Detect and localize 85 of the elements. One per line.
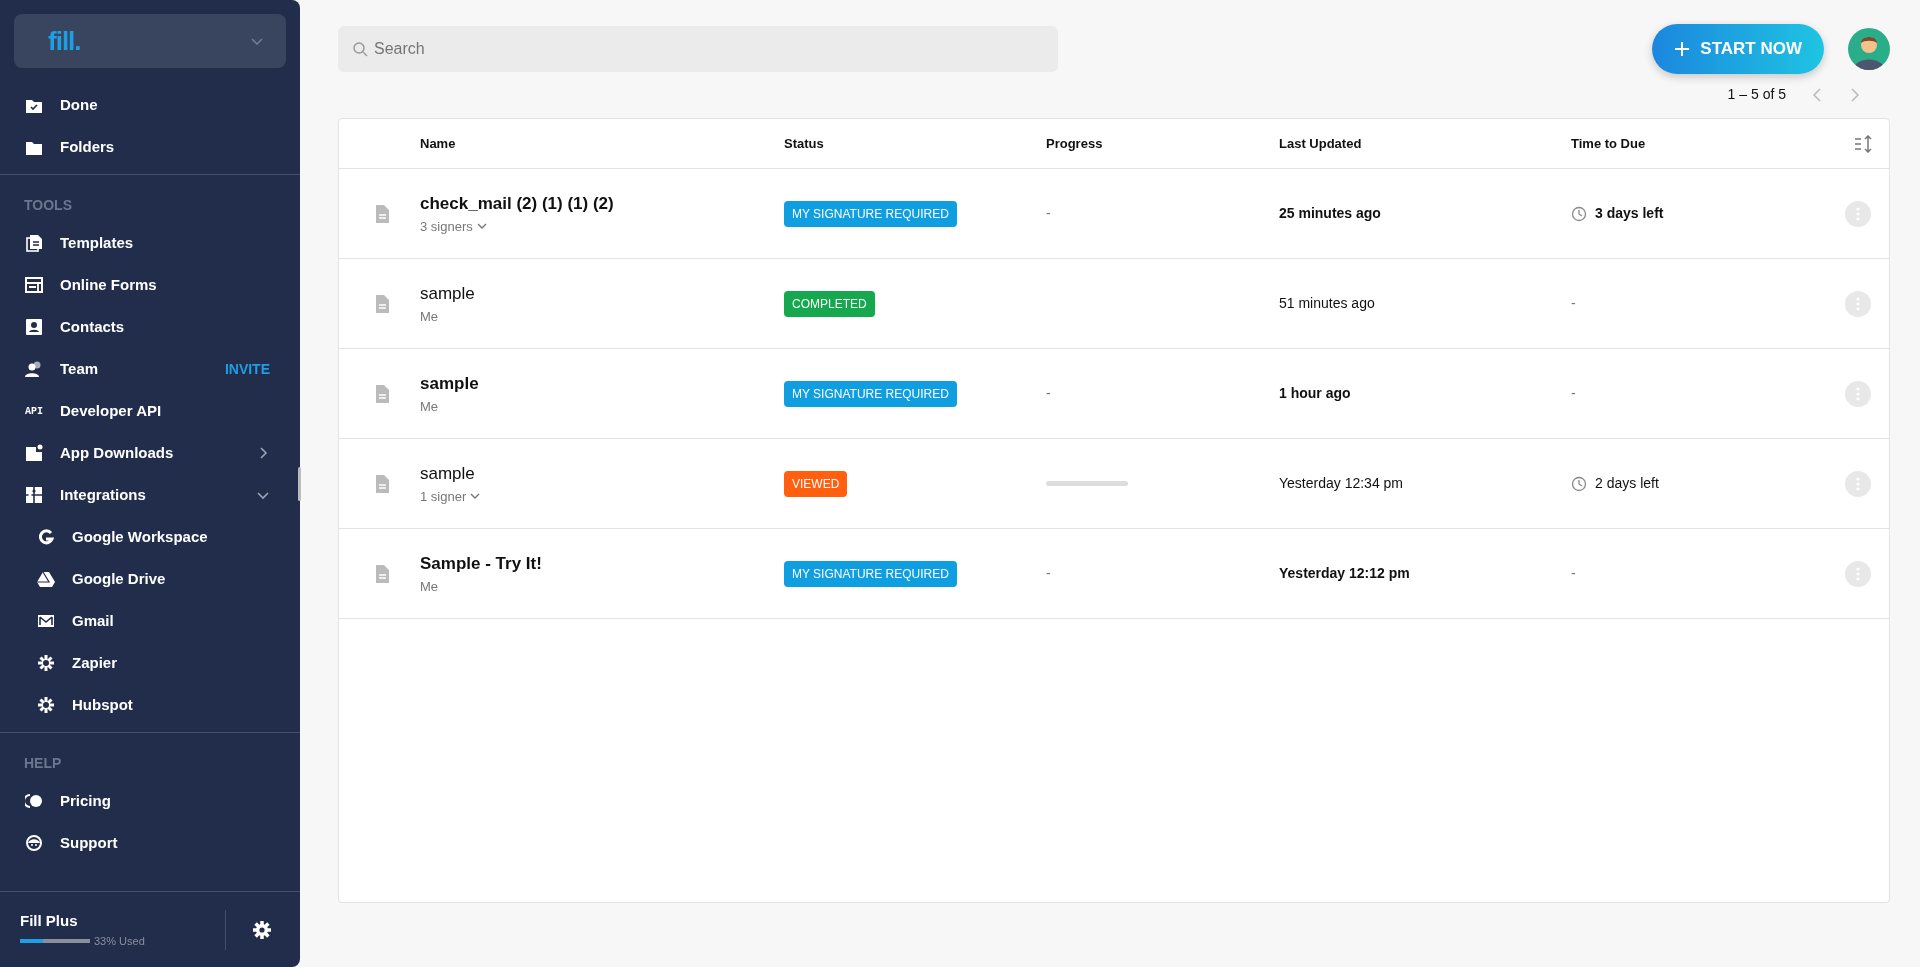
sidebar-item[interactable]: Gmail (0, 600, 300, 642)
column-header[interactable]: Status (784, 133, 1046, 154)
document-name[interactable]: sample (420, 461, 784, 487)
last-updated: 51 minutes ago (1279, 295, 1375, 311)
section-heading: HELP (23, 754, 63, 773)
sidebar-item[interactable]: Support (0, 822, 300, 864)
form-icon (25, 276, 43, 294)
app-icon (25, 444, 43, 462)
status-label: MY SIGNATURE REQUIRED (784, 200, 957, 227)
status-label: COMPLETED (784, 290, 875, 317)
signer-text: Me (420, 577, 439, 596)
sidebar-item[interactable]: Pricing (0, 780, 300, 822)
time-to-due: 3 days left (1595, 204, 1664, 223)
sidebar-item[interactable]: Contacts (0, 306, 300, 348)
people-icon (25, 360, 43, 378)
sidebar-item[interactable]: Templates (0, 222, 300, 264)
settings-icon (252, 920, 272, 941)
sidebar-item[interactable]: API Developer API (0, 390, 300, 432)
search-icon (352, 41, 368, 57)
letter-g-icon (37, 528, 55, 546)
signers-toggle[interactable]: 1 signer (420, 486, 467, 506)
sidebar-item[interactable]: App Downloads (0, 432, 300, 474)
sidebar-item[interactable]: Google Workspace (0, 516, 300, 558)
last-updated: 1 hour ago (1279, 385, 1351, 401)
pagination-text: 1 – 5 of 5 (1727, 84, 1786, 104)
triangle-icon (37, 570, 55, 588)
document-icon (374, 383, 391, 404)
sidebar-item[interactable]: Online Forms (0, 264, 300, 306)
document-name[interactable]: sample (420, 371, 784, 397)
last-updated: 25 minutes ago (1279, 205, 1381, 221)
status-label: VIEWED (784, 470, 848, 497)
signer-text: Me (420, 397, 439, 416)
contact-card-icon (25, 318, 43, 336)
sidebar-item[interactable]: Team INVITE (0, 348, 300, 390)
usage-text: 33% Used (94, 933, 145, 949)
progress-text: - (1046, 565, 1051, 581)
time-to-due: - (1571, 384, 1576, 403)
progress-text: - (1046, 385, 1051, 401)
sidebar-item[interactable]: Integrations (0, 474, 300, 516)
time-to-due: - (1571, 294, 1576, 313)
sidebar-item[interactable]: Hubspot (0, 684, 300, 726)
plus-icon (1674, 41, 1691, 57)
document-icon (374, 203, 391, 224)
search-field[interactable]: Search (338, 26, 1058, 72)
time-to-due: 2 days left (1595, 474, 1659, 493)
time-to-due: - (1571, 564, 1576, 583)
sidebar-item[interactable]: Zapier (0, 642, 300, 684)
toggle-icon (25, 792, 43, 810)
documents-icon (25, 234, 43, 252)
status-label: MY SIGNATURE REQUIRED (784, 380, 957, 407)
puzzle-icon (25, 486, 43, 504)
document-icon (374, 293, 391, 314)
asterisk-icon (37, 696, 55, 714)
signer-text: Me (420, 307, 439, 326)
last-updated: Yesterday 12:34 pm (1279, 475, 1403, 491)
column-header[interactable]: Last Updated (1279, 133, 1571, 154)
column-header[interactable]: Time to Due (1571, 133, 1819, 154)
asterisk-icon (37, 654, 55, 672)
section-heading: TOOLS (23, 196, 73, 215)
sidebar-item[interactable]: Done (0, 84, 300, 126)
api-label: API (25, 404, 43, 419)
envelope-icon (37, 612, 55, 630)
plan-name: Fill Plus (20, 911, 79, 931)
face-icon (25, 834, 43, 852)
sidebar-item[interactable]: Folders (0, 126, 300, 168)
column-settings-icon (1854, 134, 1873, 153)
document-name[interactable]: check_mail (2) (1) (1) (2) (420, 191, 784, 217)
logo: fill. (48, 24, 81, 58)
usage-bar (20, 938, 90, 943)
invite-link[interactable]: INVITE (224, 358, 270, 380)
status-label: MY SIGNATURE REQUIRED (784, 560, 957, 587)
chevron-left-icon (1810, 86, 1824, 103)
progress-text: - (1046, 205, 1051, 221)
column-header[interactable]: Progress (1046, 133, 1279, 154)
chevron-right-icon (1848, 86, 1862, 103)
column-header[interactable]: Name (420, 133, 784, 154)
document-name[interactable]: sample (420, 281, 784, 307)
signers-toggle[interactable]: 3 signers (420, 216, 473, 236)
document-name[interactable]: Sample - Try It! (420, 551, 784, 577)
document-icon (374, 563, 391, 584)
avatar[interactable] (1848, 28, 1890, 70)
sidebar-item[interactable]: Google Drive (0, 558, 300, 600)
document-icon (374, 473, 391, 494)
resize-handle[interactable] (298, 466, 301, 501)
last-updated: Yesterday 12:12 pm (1279, 565, 1410, 581)
